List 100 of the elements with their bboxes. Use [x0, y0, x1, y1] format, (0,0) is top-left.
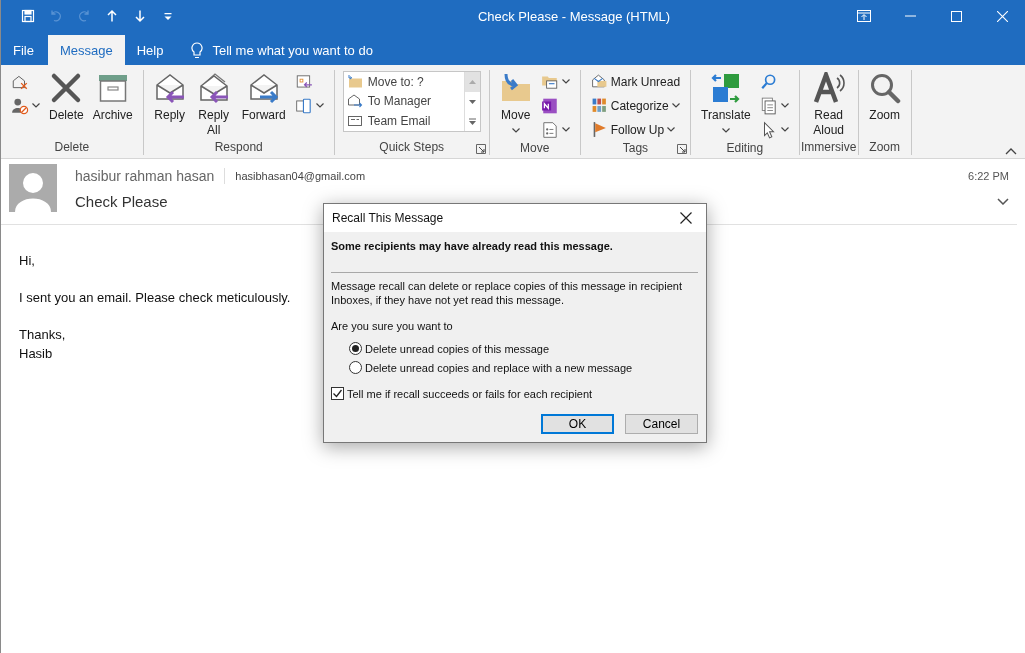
maximize-icon [950, 10, 962, 22]
down-arrow-icon [132, 8, 148, 24]
minimize-icon [904, 15, 916, 17]
warning-text: Some recipients may have already read this message. [331, 240, 614, 252]
caret-icon [561, 127, 570, 132]
envelope-arrow-icon [247, 72, 280, 104]
option-label: Delete unread copies and replace with a new message [365, 361, 633, 374]
document-icon [540, 120, 559, 139]
caret-icon [511, 128, 520, 133]
letter-sound-icon [812, 72, 845, 104]
launcher-icon [475, 144, 486, 154]
dialog-launcher-button[interactable] [677, 144, 688, 154]
chevron-up-icon [1005, 148, 1017, 155]
close-icon [996, 10, 1008, 22]
forward-button[interactable]: Forward [239, 70, 288, 125]
sender-name: hasibur rahman hasan [75, 168, 226, 184]
message-time: 6:22 PM [968, 170, 1009, 182]
window-title: Check Please - Message (HTML) [476, 8, 672, 24]
description-text: Message recall can delete or replace copies of this message in recipient Inboxes, if they have not yet read this message. [331, 279, 683, 307]
dialog-button[interactable]: Cancel [625, 414, 698, 434]
question-text: Are you sure you want to [331, 320, 454, 332]
search-icon [759, 72, 778, 91]
checkbox[interactable] [331, 387, 344, 400]
message-text: Hi, [19, 252, 35, 270]
dialog-title: Recall This Message [332, 211, 445, 225]
launcher-icon [677, 144, 688, 154]
delete-button[interactable]: Delete [47, 70, 86, 125]
message-text: Hasib [19, 345, 53, 363]
envelope-arrow-icon [153, 72, 186, 104]
more-icon [468, 117, 476, 125]
down-triangle-icon [468, 99, 476, 104]
undo-icon [48, 8, 64, 24]
reply-button[interactable]: Reply [151, 70, 188, 125]
message-text: Thanks, [19, 326, 66, 344]
zoom-button[interactable]: Zoom [866, 70, 903, 125]
dialog-button[interactable]: OK [541, 414, 614, 434]
group-label: Tags [622, 141, 649, 156]
envelope-arrow-icon [346, 93, 363, 110]
caret-icon [667, 127, 676, 132]
close-icon [680, 212, 692, 224]
group-label: Immersive [801, 140, 857, 155]
notebook-icon [540, 96, 559, 115]
pages-icon [294, 96, 313, 115]
folder-arrow-icon [346, 73, 363, 90]
person-silhouette-icon [13, 170, 53, 212]
quick-step-item[interactable]: To Manager [343, 91, 464, 111]
chevron-down-icon [997, 197, 1009, 205]
reply-all-button[interactable]: Reply All [192, 70, 235, 140]
collapse-ribbon-button[interactable] [1005, 148, 1017, 155]
quick-step-item[interactable]: Team Email [343, 111, 464, 131]
move-button[interactable]: Move [497, 70, 534, 135]
group-label: Delete [54, 140, 90, 155]
checkbox-label: Tell me if recall succeeds or fails for each recipient [347, 387, 593, 400]
caret-icon [721, 128, 730, 133]
dialog-launcher-button[interactable] [475, 144, 486, 154]
document-icon [759, 96, 778, 115]
caret-icon [780, 127, 789, 132]
sender-email: hasibhasan04@gmail.com [235, 170, 366, 182]
caret-icon [561, 79, 570, 84]
up-triangle-icon [468, 79, 476, 84]
option-label: Delete unread copies of this message [365, 342, 550, 355]
group-label: Respond [214, 140, 263, 155]
group-label: Editing [726, 141, 764, 156]
group-label: Zoom [869, 140, 900, 155]
read-aloud-button[interactable]: Read Aloud [807, 70, 850, 140]
archive-button[interactable]: Archive [90, 70, 135, 125]
categorize-button[interactable]: Categorize [588, 94, 683, 117]
envelope-icon [590, 73, 608, 90]
zoom-icon [868, 72, 901, 104]
caret-icon [315, 103, 324, 108]
tell-me-button[interactable]: Tell me what you want to do [185, 35, 379, 65]
flag-button[interactable]: Follow Up [588, 118, 683, 141]
message-text: I sent you an email. Please check meticulously. [19, 289, 291, 307]
radio-button[interactable] [349, 361, 362, 374]
translate-button[interactable]: Translate [699, 70, 753, 135]
person-block-icon [11, 96, 29, 115]
cross-icon [50, 72, 83, 104]
ribbon-tab[interactable]: Help [124, 35, 176, 65]
group-label: Quick Steps [379, 140, 445, 155]
save-icon [20, 8, 36, 24]
translate-icon [709, 72, 742, 104]
archive-box-icon [96, 72, 129, 104]
lightbulb-icon [191, 41, 204, 59]
envelopes-arrow-icon [197, 72, 230, 104]
folder-arrow-icon [499, 72, 532, 104]
color-grid-icon [590, 97, 608, 114]
ribbon-tab[interactable]: Message [47, 35, 125, 65]
caret-icon [32, 103, 40, 108]
radio-button[interactable] [349, 342, 362, 355]
group-label: Move [520, 141, 550, 156]
calendar-arrow-icon [294, 72, 313, 91]
mark-unread-button[interactable]: Mark Unread [588, 70, 683, 93]
message-subject: Check Please [75, 192, 168, 210]
caret-icon [780, 103, 789, 108]
expand-header-button[interactable] [997, 197, 1009, 205]
ribbon-tab[interactable]: File [1, 35, 46, 65]
quick-step-item[interactable]: Move to: ? [343, 72, 464, 92]
caret-icon [671, 103, 680, 108]
ribbon-display-icon [857, 10, 871, 22]
redo-icon [76, 8, 92, 24]
